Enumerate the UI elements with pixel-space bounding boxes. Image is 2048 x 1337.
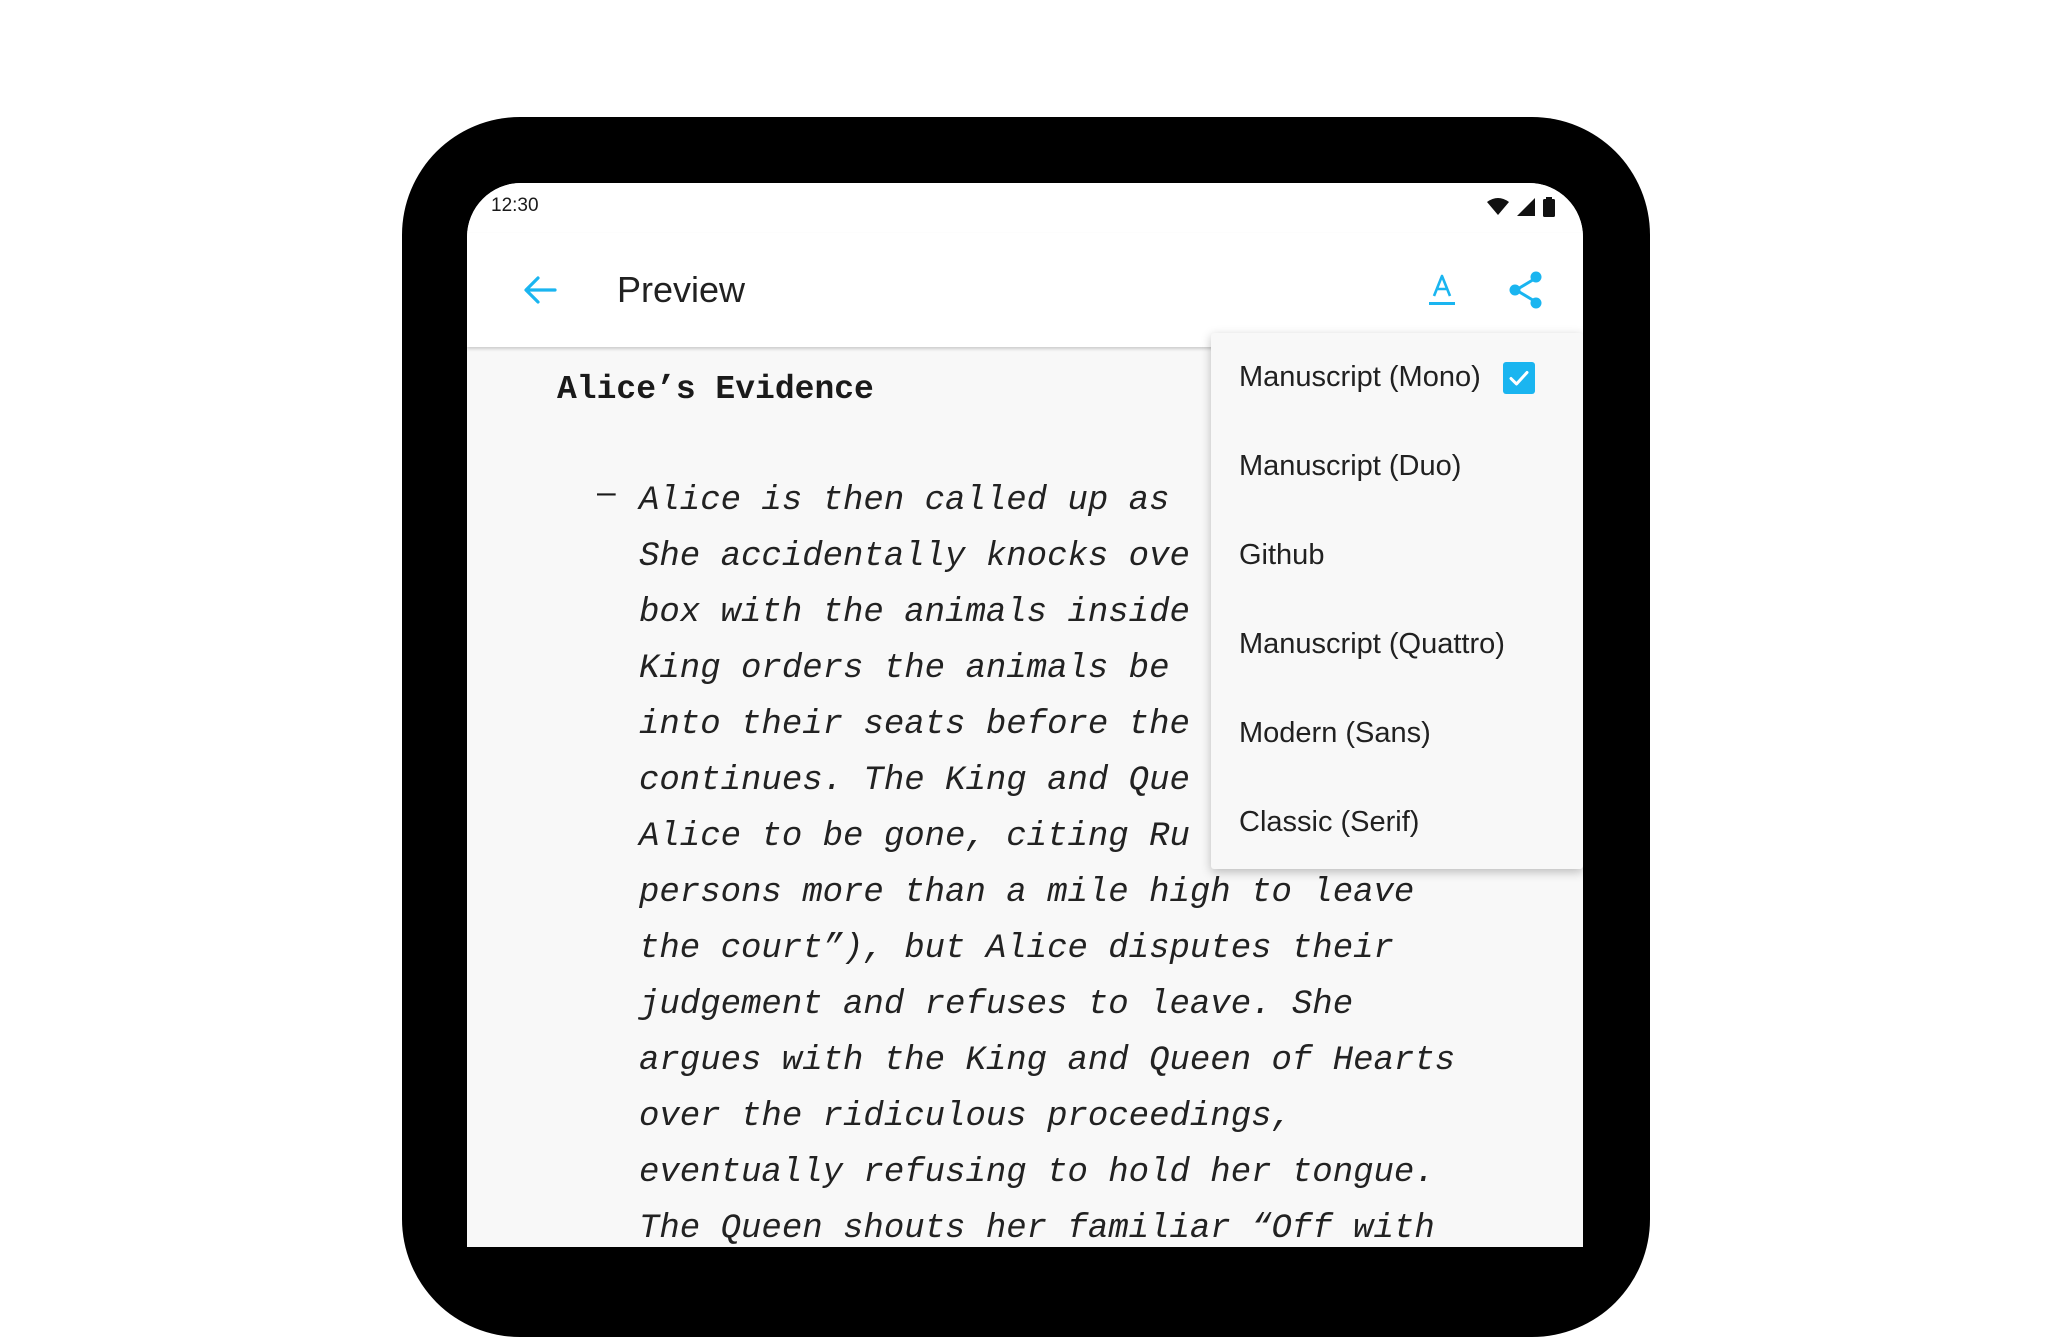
checkbox-checked[interactable] [1503,362,1535,394]
menu-item-label: Modern (Sans) [1239,717,1431,749]
menu-item-modern-sans[interactable]: Modern (Sans) [1211,689,1583,778]
app-bar: Preview [467,233,1583,347]
document-line: The Queen shouts her familiar “Off with [639,1210,1435,1247]
share-button[interactable] [1503,267,1549,313]
check-icon [1509,371,1529,386]
arrow-left-icon [524,276,557,304]
menu-item-manuscript-mono[interactable]: Manuscript (Mono) [1211,333,1583,422]
status-time: 12:30 [491,195,539,216]
device-screen: 12:30 Preview Alice’s Evidence – Alice i… [467,183,1583,1247]
battery-icon [1543,197,1555,217]
menu-item-manuscript-duo[interactable]: Manuscript (Duo) [1211,422,1583,511]
font-style-icon [1429,274,1455,305]
document-line: eventually refusing to hold her tongue. [639,1154,1435,1192]
document-line: judgement and refuses to leave. She [639,986,1354,1024]
font-style-button[interactable] [1419,267,1465,313]
menu-item-classic-serif[interactable]: Classic (Serif) [1211,778,1583,867]
menu-item-github[interactable]: Github [1211,511,1583,600]
document-heading: Alice’s Evidence [557,371,874,408]
status-icons [1487,197,1555,217]
document-line: the court”), but Alice disputes their [639,930,1394,968]
page-title: Preview [617,269,746,310]
menu-item-manuscript-quattro[interactable]: Manuscript (Quattro) [1211,600,1583,689]
share-icon [1509,271,1542,309]
menu-item-label: Manuscript (Mono) [1239,361,1481,393]
status-bar: 12:30 [467,183,1583,233]
signal-icon [1517,198,1535,216]
list-bullet: – [597,475,616,511]
menu-item-label: Github [1239,539,1325,571]
menu-item-label: Manuscript (Quattro) [1239,628,1505,660]
menu-item-label: Classic (Serif) [1239,806,1420,838]
wifi-icon [1487,198,1509,215]
back-button[interactable] [517,267,563,313]
font-menu: Manuscript (Mono) Manuscript (Duo) Githu… [1211,333,1583,869]
document-line: persons more than a mile high to leave [639,874,1415,912]
menu-item-label: Manuscript (Duo) [1239,450,1462,482]
document-line: argues with the King and Queen of Hearts [639,1042,1456,1080]
document-line: over the ridiculous proceedings, [639,1098,1292,1136]
